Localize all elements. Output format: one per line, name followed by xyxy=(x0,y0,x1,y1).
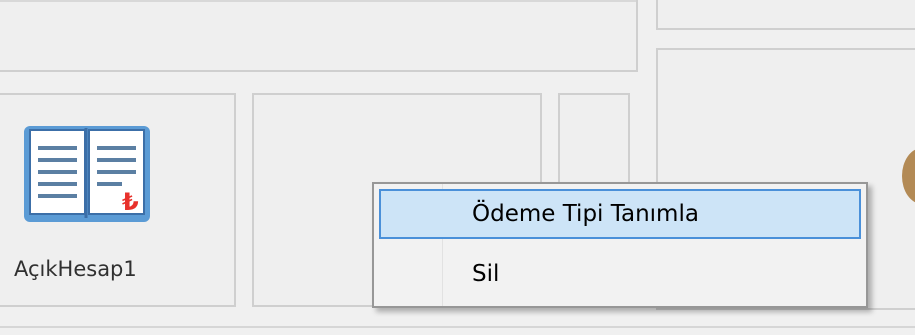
ledger-book-icon: ₺ xyxy=(20,120,160,230)
context-menu: Ödeme Tipi Tanımla Sil xyxy=(372,182,868,308)
currency-glyph: ₺ xyxy=(122,188,139,216)
menu-item-delete[interactable]: Sil xyxy=(379,249,861,299)
bottom-divider xyxy=(0,326,915,328)
menu-item-define-payment-type[interactable]: Ödeme Tipi Tanımla xyxy=(379,189,861,239)
top-panel xyxy=(0,0,638,72)
top-panel-divider xyxy=(0,0,636,2)
top-right-panel xyxy=(656,0,915,30)
account-tile-label: AçıkHesap1 xyxy=(14,257,137,281)
